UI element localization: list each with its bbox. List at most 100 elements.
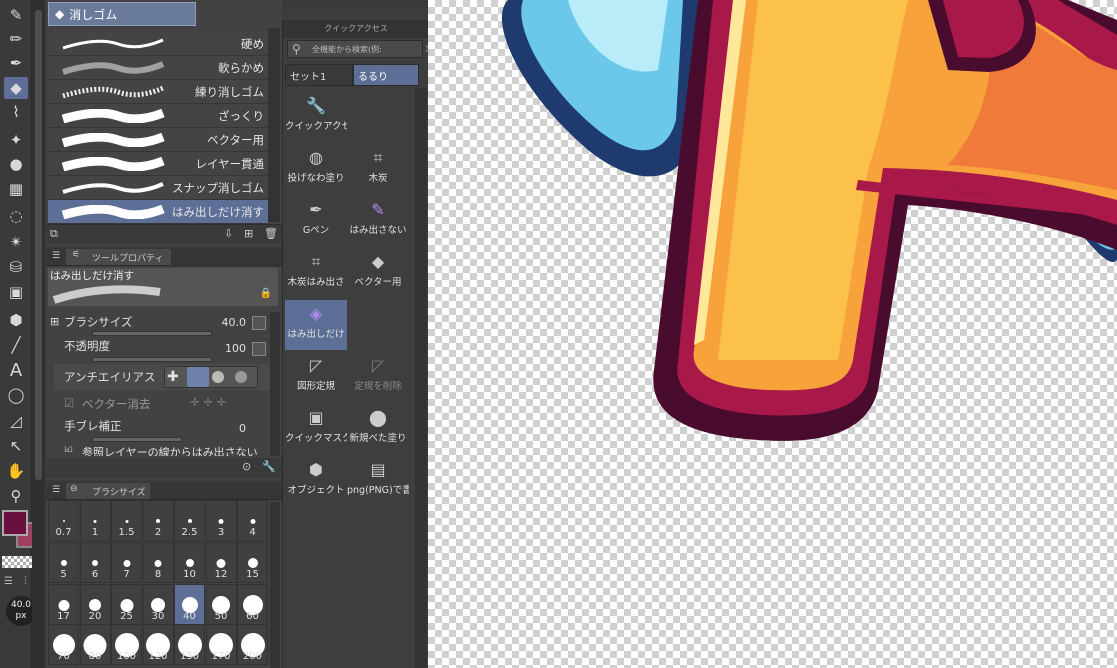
- brush-size-slider[interactable]: [92, 331, 212, 336]
- vector-erase-mode-icon[interactable]: ✛ ✛ ✛: [190, 395, 226, 409]
- expand-icon[interactable]: ⊞: [50, 315, 59, 328]
- subtool-item[interactable]: レイヤー貫通: [48, 152, 268, 176]
- stabilization-slider[interactable]: [92, 437, 182, 442]
- brush-size-preset[interactable]: 10: [174, 542, 205, 583]
- quick-access-item[interactable]: ◸ 定規を削除: [347, 352, 409, 402]
- brush-size-pressure-button[interactable]: [252, 316, 266, 330]
- quick-access-item[interactable]: ▣ クイックマスクの: [285, 404, 347, 454]
- brush-size-preset[interactable]: 2: [142, 500, 174, 541]
- brush-size-preset[interactable]: 60: [237, 584, 268, 625]
- brush-size-preset[interactable]: 80: [79, 624, 111, 665]
- quick-access-item[interactable]: ◸ 図形定規: [285, 352, 347, 402]
- aa-weak-icon[interactable]: [187, 367, 209, 387]
- quick-search-field[interactable]: ⚲ 全機能から検索(例: ✕: [287, 40, 434, 58]
- brush-size-preset[interactable]: 50: [205, 584, 237, 625]
- brush-size-preset[interactable]: 7: [111, 542, 142, 583]
- 3d-icon[interactable]: ⬢: [4, 309, 28, 331]
- opacity-slider[interactable]: [92, 357, 212, 362]
- select-icon[interactable]: ↖: [4, 435, 28, 457]
- line-icon[interactable]: ╱: [4, 334, 28, 356]
- lock-icon[interactable]: 🔒: [260, 288, 272, 299]
- balloon-icon[interactable]: ◯: [4, 384, 28, 406]
- ref-layer-checkbox[interactable]: ☑: [64, 446, 73, 455]
- effect-icon[interactable]: ✦: [4, 129, 28, 151]
- quick-access-item[interactable]: ▤ png(PNG)で書: [347, 456, 409, 506]
- grid-icon[interactable]: ▦: [4, 178, 28, 200]
- brush-size-preset[interactable]: 30: [142, 584, 174, 625]
- brush-size-preset[interactable]: 200: [237, 624, 268, 665]
- brush-size-preset[interactable]: 100: [111, 624, 142, 665]
- brush-size-preset[interactable]: 20: [79, 584, 111, 625]
- palette-menu-icon[interactable]: ☰: [4, 576, 13, 587]
- canvas-area[interactable]: [428, 0, 1117, 668]
- eraser-icon[interactable]: ◆: [4, 77, 28, 99]
- hand-icon[interactable]: ✋: [4, 460, 28, 482]
- aa-strong-icon[interactable]: [235, 371, 247, 383]
- brush-size-preset[interactable]: 8: [142, 542, 174, 583]
- initialize-icon[interactable]: ⊙: [242, 460, 251, 473]
- brush-size-preset[interactable]: 40: [174, 584, 205, 625]
- tab-set2[interactable]: るるり: [353, 64, 419, 86]
- antialias-selector[interactable]: ✚: [164, 366, 258, 388]
- panel-menu-icon[interactable]: ☰: [52, 485, 60, 495]
- brushsize-scrollbar[interactable]: [270, 502, 280, 668]
- quick-access-item[interactable]: ✒ Gペン: [285, 196, 347, 246]
- subtool-item[interactable]: 練り消しゴム: [48, 80, 268, 104]
- aa-medium-icon[interactable]: [212, 371, 224, 383]
- opacity-value[interactable]: 100: [225, 342, 246, 355]
- trash-icon[interactable]: 🗑: [264, 227, 278, 240]
- brush-size-preset[interactable]: 12: [205, 542, 237, 583]
- bucket-icon[interactable]: ⛁: [4, 256, 28, 278]
- opacity-pressure-button[interactable]: [252, 342, 266, 356]
- quick-access-item[interactable]: ✎ はみ出さない: [347, 196, 409, 246]
- brush-size-preset[interactable]: 70: [48, 624, 79, 665]
- brush-size-preset[interactable]: 170: [205, 624, 237, 665]
- subtool-item[interactable]: スナップ消しゴム: [48, 176, 268, 200]
- brush-size-preset[interactable]: 25: [111, 584, 142, 625]
- text-icon[interactable]: A: [4, 359, 28, 381]
- fill-icon[interactable]: ●: [4, 153, 28, 175]
- wand-icon[interactable]: ✴: [4, 231, 28, 253]
- quick-access-item[interactable]: ◆ ベクター用: [347, 248, 409, 298]
- brush-size-preset[interactable]: 6: [79, 542, 111, 583]
- brush-size-preset[interactable]: 1: [79, 500, 111, 541]
- quick-scrollbar[interactable]: [415, 88, 427, 668]
- subtool-item[interactable]: ベクター用: [48, 128, 268, 152]
- toolprop-scrollbar[interactable]: [270, 312, 280, 456]
- brush-size-preset[interactable]: 0.7: [48, 500, 79, 541]
- quick-access-item[interactable]: 🔧 クイックアクセス: [285, 92, 347, 142]
- quick-access-item[interactable]: ◍ 投げなわ塗り: [285, 144, 347, 194]
- subtool-scrollbar[interactable]: [268, 28, 280, 222]
- quick-access-item[interactable]: ⌗ 木炭はみ出さ: [285, 248, 347, 298]
- brush-size-value[interactable]: 40.0: [222, 316, 247, 329]
- subtool-copy-icon[interactable]: ⧉: [50, 227, 58, 241]
- panel-menu-icon[interactable]: ☰: [52, 251, 60, 261]
- blend-icon[interactable]: ⌇: [4, 101, 28, 123]
- subtool-item[interactable]: 軟らかめ: [48, 56, 268, 80]
- brush-size-preset[interactable]: 3: [205, 500, 237, 541]
- tab-brush-size[interactable]: ⊖ ブラシサイズ: [66, 483, 150, 499]
- toolbar-scrollbar[interactable]: [32, 0, 45, 668]
- quick-access-item[interactable]: ⌗ 木炭: [347, 144, 409, 194]
- brush-size-preset[interactable]: 150: [174, 624, 205, 665]
- brush-size-preset[interactable]: 15: [237, 542, 268, 583]
- pencil-icon[interactable]: ✏: [4, 28, 28, 50]
- quick-access-item[interactable]: ⬤ 新規べた塗り: [347, 404, 409, 454]
- brush-size-preset[interactable]: 17: [48, 584, 79, 625]
- main-color-swatch[interactable]: [2, 510, 28, 536]
- aa-none-icon[interactable]: ✚: [167, 369, 179, 385]
- tab-set1[interactable]: セット1: [285, 64, 353, 86]
- import-icon[interactable]: ⇩: [224, 227, 233, 240]
- subtool-item-selected[interactable]: はみ出しだけ消す: [48, 200, 268, 224]
- lasso-icon[interactable]: ◌: [4, 205, 28, 227]
- brush-size-preset[interactable]: 5: [48, 542, 79, 583]
- stabilization-value[interactable]: 0: [239, 422, 246, 435]
- brush-size-preset[interactable]: 4: [237, 500, 268, 541]
- pen-icon[interactable]: ✎: [4, 4, 28, 26]
- brush-icon[interactable]: ✒: [4, 52, 28, 74]
- brush-size-preset[interactable]: 120: [142, 624, 174, 665]
- subtool-group-tab[interactable]: ◆ 消しゴム: [48, 2, 196, 26]
- subtool-item[interactable]: 硬め: [48, 32, 268, 56]
- gradient-icon[interactable]: ▣: [4, 281, 28, 303]
- quick-access-item[interactable]: ◈ はみ出しだけ: [285, 300, 347, 350]
